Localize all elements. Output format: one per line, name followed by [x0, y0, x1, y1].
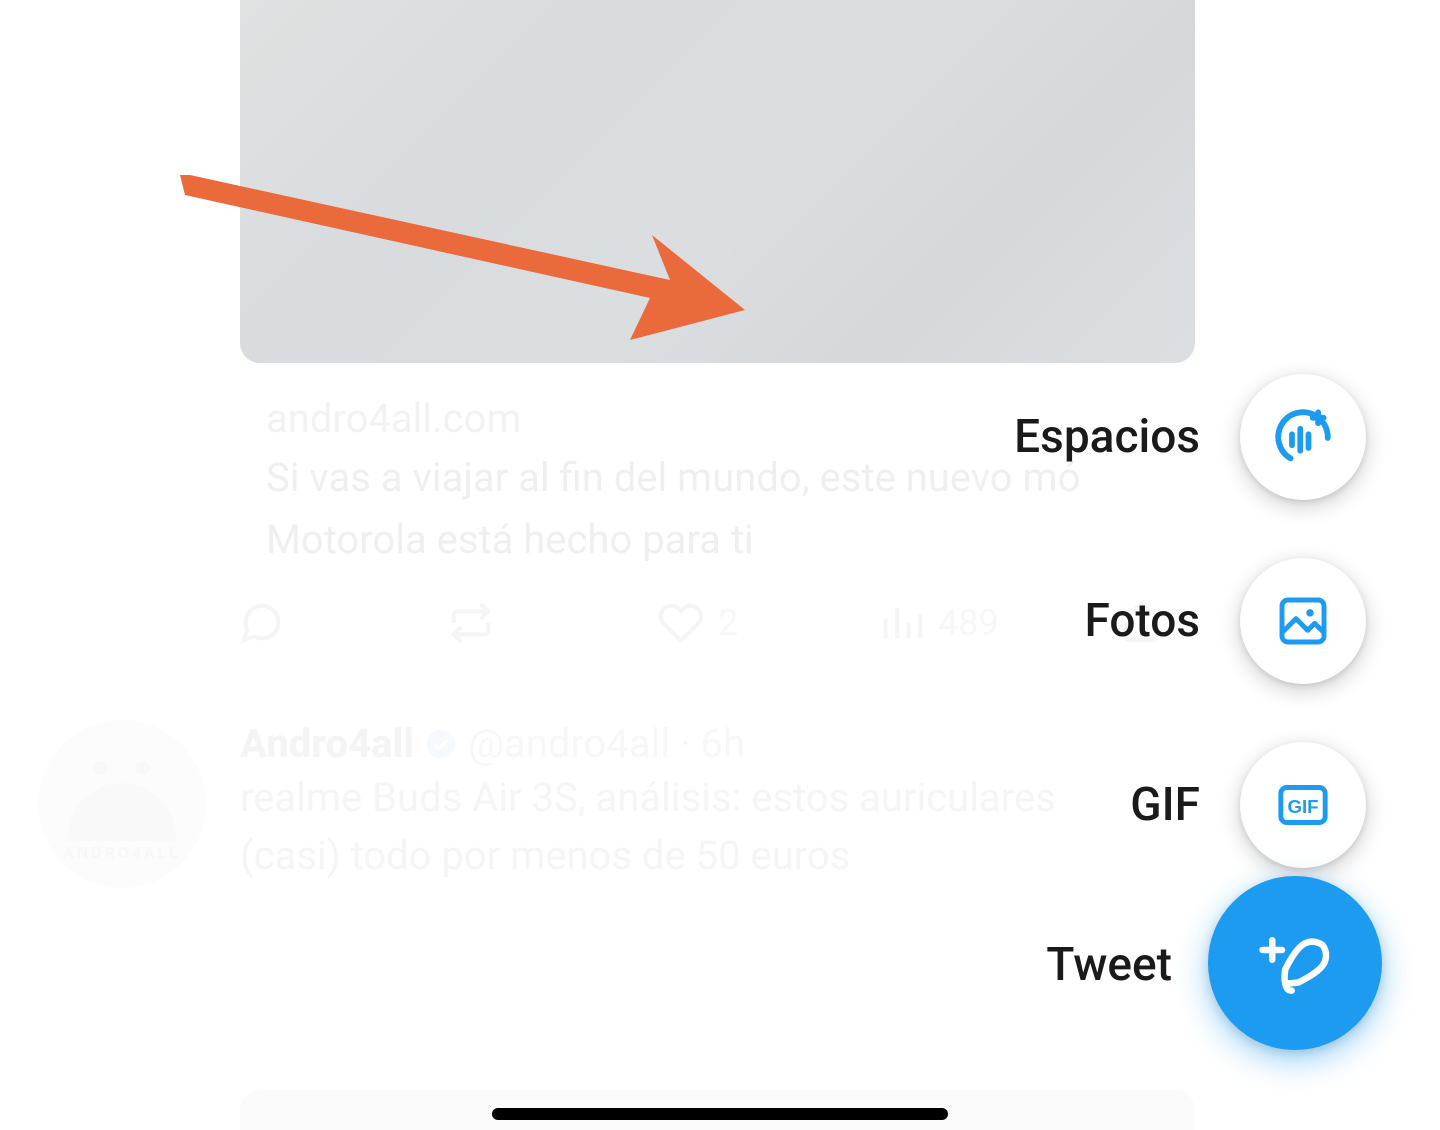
fab-button-spaces[interactable]: [1240, 374, 1366, 500]
fab-item-photos[interactable]: Fotos: [1084, 558, 1366, 684]
fab-label-photos: Fotos: [1084, 594, 1200, 648]
fab-label-spaces: Espacios: [1014, 410, 1200, 464]
fab-button-gif[interactable]: GIF: [1240, 742, 1366, 868]
compose-icon: [1256, 924, 1334, 1002]
fab-item-spaces[interactable]: Espacios: [1014, 374, 1366, 500]
svg-text:GIF: GIF: [1287, 796, 1318, 817]
fab-label-gif: GIF: [1130, 778, 1200, 832]
spaces-icon: [1270, 404, 1336, 470]
home-indicator: [492, 1108, 948, 1120]
photo-icon: [1275, 593, 1331, 649]
compose-tweet-button[interactable]: [1208, 876, 1382, 1050]
compose-fab-menu: Espacios Fotos GIF G: [1014, 374, 1366, 868]
fab-button-photos[interactable]: [1240, 558, 1366, 684]
fab-item-gif[interactable]: GIF GIF: [1130, 742, 1366, 868]
gif-icon: GIF: [1275, 777, 1331, 833]
fab-label-tweet: Tweet: [1046, 938, 1172, 992]
